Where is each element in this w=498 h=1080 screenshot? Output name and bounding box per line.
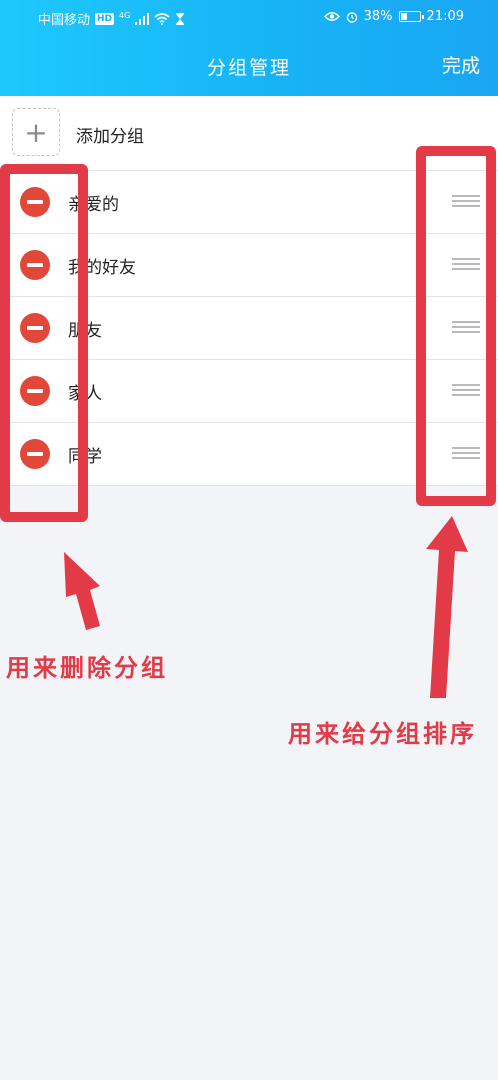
arrow-up-left-icon [64,552,100,630]
delete-annotation-text: 用来删除分组 [6,654,168,682]
arrow-up-right-icon [426,516,468,698]
annotation-arrows [64,516,468,698]
sort-annotation-text: 用来给分组排序 [288,720,477,748]
